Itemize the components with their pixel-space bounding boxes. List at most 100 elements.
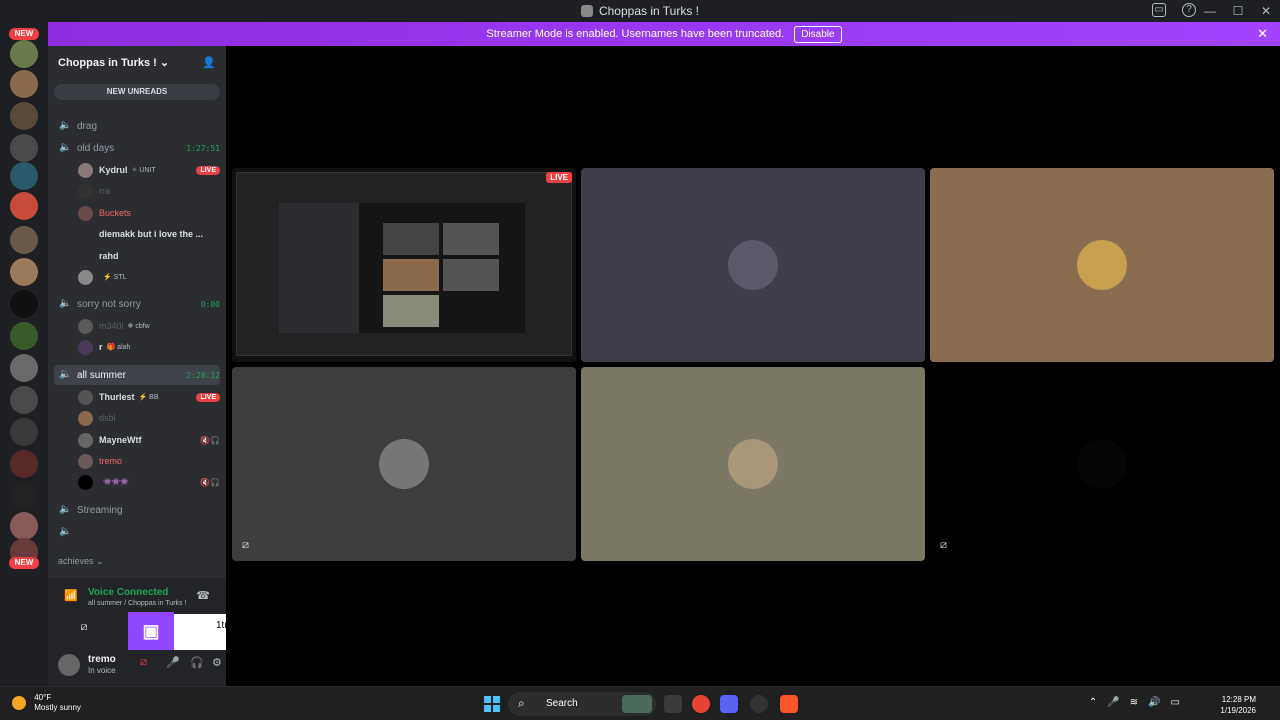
voice-channel-unnamed[interactable]: 🔈 <box>54 522 220 542</box>
add-friend-icon[interactable]: 👤 <box>202 56 216 69</box>
muted-deafened-icon: 🔇🎧 <box>200 435 220 445</box>
battery-icon[interactable]: ▭ <box>1171 697 1180 708</box>
voice-channel-all-summer[interactable]: 🔈 all summer 2:28:12 <box>54 365 220 385</box>
category-achieves[interactable]: achieves ⌄ <box>58 556 104 567</box>
speaker-icon: 🔈 <box>59 526 72 537</box>
server-icon[interactable] <box>10 258 38 286</box>
disable-button[interactable]: Disable <box>794 25 842 43</box>
microphone-icon[interactable]: 🎤 <box>166 656 180 669</box>
server-icon[interactable] <box>10 134 38 162</box>
server-icon[interactable] <box>10 162 38 190</box>
avatar <box>78 318 93 334</box>
server-icon[interactable] <box>10 354 38 382</box>
app-icon[interactable] <box>750 695 768 713</box>
banner-close-icon[interactable]: ✕ <box>1257 26 1268 42</box>
server-icon[interactable] <box>10 40 38 68</box>
voice-channel-old-days[interactable]: 🔈 old days 1:27:51 <box>54 138 220 158</box>
stream-mini-tile <box>443 259 499 291</box>
participant-tile[interactable] <box>930 168 1274 362</box>
windows-start-icon[interactable] <box>484 696 500 712</box>
voice-member[interactable]: MayneWtf 🔇🎧 <box>78 430 220 450</box>
voice-member[interactable]: ⚡ STL <box>78 267 220 287</box>
avatar <box>78 474 93 490</box>
inbox-icon[interactable]: ▭ <box>1152 3 1166 17</box>
discord-icon[interactable] <box>720 695 738 713</box>
voice-location[interactable]: all summer / Choppas in Turks ! <box>88 600 186 607</box>
server-icon[interactable] <box>10 482 38 510</box>
server-header[interactable]: Choppas in Turks ! ⌄ 👤 <box>48 46 226 78</box>
chrome-icon[interactable] <box>692 695 710 713</box>
avatar <box>78 205 93 221</box>
system-tray: ⌃ 🎤 ≋ 🔊 ▭ <box>1089 697 1240 708</box>
clock[interactable]: 12:28 PM 1/19/2026 <box>1220 694 1256 716</box>
wifi-icon[interactable]: ≋ <box>1130 697 1138 708</box>
search-highlight-icon[interactable] <box>622 695 652 713</box>
minimize-icon[interactable]: — <box>1196 4 1224 18</box>
disconnect-icon[interactable]: ☎ <box>196 589 210 602</box>
brave-icon[interactable] <box>780 695 798 713</box>
voice-member[interactable]: rahd <box>78 246 220 266</box>
maximize-icon[interactable]: ☐ <box>1224 4 1252 18</box>
avatar[interactable] <box>58 654 80 676</box>
time: 12:28 PM <box>1221 695 1256 704</box>
headphones-icon[interactable]: 🎧 <box>190 656 204 669</box>
close-window-icon[interactable]: ✕ <box>1252 4 1280 18</box>
voice-channel-streaming[interactable]: 🔈 Streaming <box>54 500 220 520</box>
server-icon[interactable] <box>10 290 38 318</box>
avatar <box>78 432 93 448</box>
voice-member[interactable]: dsbl <box>78 408 220 428</box>
volume-icon[interactable]: 🔊 <box>1148 697 1160 708</box>
new-unreads-pill[interactable]: NEW UNREADS <box>54 84 220 100</box>
microphone-icon[interactable]: 🎤 <box>1107 697 1119 708</box>
window-title-text: Choppas in Turks ! <box>598 4 700 18</box>
avatar <box>728 240 778 290</box>
participant-tile[interactable]: ⧄ <box>232 367 576 561</box>
voice-channel-drag[interactable]: 🔈 drag <box>54 116 220 136</box>
server-icon[interactable] <box>10 418 38 446</box>
chevron-up-icon[interactable]: ⌃ <box>1089 697 1097 708</box>
voice-channel-sorry-not-sorry[interactable]: 🔈 sorry not sorry 0:00 <box>54 294 220 314</box>
member-name: Kydrul <box>99 165 128 175</box>
window-controls: — ☐ ✕ <box>1196 0 1280 22</box>
server-icon[interactable] <box>10 322 38 350</box>
voice-member[interactable]: Thurlest ⚡ BB LIVE <box>78 387 220 407</box>
voice-member[interactable]: r 🎁 alah <box>78 337 220 357</box>
participant-tile[interactable] <box>581 367 925 561</box>
server-icon[interactable] <box>10 192 38 220</box>
task-view-icon[interactable] <box>664 695 682 713</box>
server-icon[interactable] <box>10 70 38 98</box>
weather-widget[interactable]: 40°F Mostly sunny <box>12 693 81 713</box>
participant-tile[interactable] <box>581 168 925 362</box>
channel-name: drag <box>77 120 98 132</box>
member-tag: ✧ UNIT <box>131 167 156 174</box>
camera-off-icon[interactable]: ⧄ <box>68 617 100 637</box>
date: 1/19/2026 <box>1220 706 1256 715</box>
member-name: MayneWtf <box>99 435 142 445</box>
signal-icon: 📶 <box>64 590 78 602</box>
voice-member[interactable]: Kydrul ✧ UNIT LIVE <box>78 160 220 180</box>
voice-member[interactable]: Buckets <box>78 203 220 223</box>
search-label: Search <box>546 698 578 709</box>
gear-icon[interactable]: ⚙ <box>212 656 222 669</box>
voice-connected-label[interactable]: Voice Connected <box>88 587 168 598</box>
game-off-icon[interactable]: ⧄ <box>140 656 147 669</box>
user-name: tremo <box>88 654 116 665</box>
server-name: Choppas in Turks ! <box>58 56 157 69</box>
server-icon <box>580 5 593 17</box>
windows-taskbar: 40°F Mostly sunny ⌕ Search ⌃ 🎤 ≋ 🔊 ▭ 12:… <box>0 686 1280 720</box>
server-icon[interactable] <box>10 512 38 540</box>
server-icon[interactable] <box>10 102 38 130</box>
help-icon[interactable]: ? <box>1182 3 1196 17</box>
participant-tile[interactable]: ⧄ <box>930 367 1274 561</box>
voice-member[interactable]: rra <box>78 181 220 201</box>
server-icon[interactable] <box>10 386 38 414</box>
voice-member[interactable]: tremo <box>78 451 220 471</box>
server-icon[interactable] <box>10 450 38 478</box>
stream-tile[interactable]: LIVE <box>232 168 576 362</box>
title-bar: Choppas in Turks ! ▭ ? — ☐ ✕ <box>0 0 1280 22</box>
voice-member[interactable]: diemakk but i love the ... <box>78 224 220 244</box>
server-icon[interactable] <box>10 226 38 254</box>
voice-member[interactable]: m340i ❄ cbfw <box>78 316 220 336</box>
live-badge: LIVE <box>546 172 572 183</box>
voice-member[interactable]: 👾👾👾 🔇🎧 <box>78 472 220 492</box>
